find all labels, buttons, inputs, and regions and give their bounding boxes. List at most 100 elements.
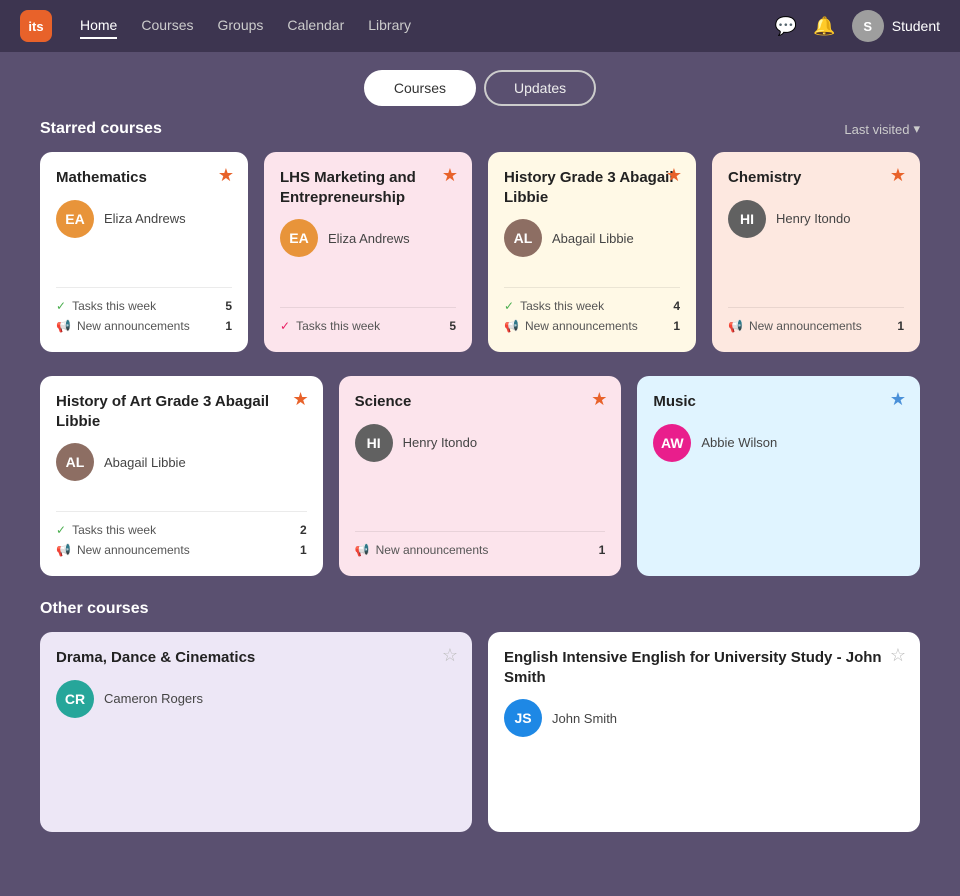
teacher-name: Abagail Libbie [552, 231, 634, 246]
teacher-avatar: AL [504, 219, 542, 257]
teacher-name: Abagail Libbie [104, 455, 186, 470]
check-icon: ✓ [56, 523, 66, 537]
card-teacher: HI Henry Itondo [728, 200, 904, 238]
announcements-count: 1 [300, 543, 307, 557]
star-english[interactable]: ☆ [890, 646, 906, 664]
card-history-art[interactable]: ★ History of Art Grade 3 Abagail Libbie … [40, 376, 323, 576]
card-stat-announcements: 📢 New announcements 1 [56, 540, 307, 560]
starred-cards-row2: ★ History of Art Grade 3 Abagail Libbie … [40, 376, 920, 576]
card-history-grade3[interactable]: ★ History Grade 3 Abagail Libbie AL Abag… [488, 152, 696, 352]
card-title: Chemistry [728, 168, 904, 188]
star-history-art[interactable]: ★ [293, 390, 309, 408]
star-chemistry[interactable]: ★ [890, 166, 906, 184]
tasks-label: Tasks this week [72, 299, 156, 313]
user-menu[interactable]: S Student [852, 10, 940, 42]
megaphone-icon: 📢 [504, 319, 519, 333]
card-title: History of Art Grade 3 Abagail Libbie [56, 392, 307, 431]
teacher-name: John Smith [552, 711, 617, 726]
nav-groups[interactable]: Groups [218, 13, 264, 39]
check-icon: ✓ [504, 299, 514, 313]
card-stat-announcements: 📢 New announcements 1 [56, 316, 232, 336]
teacher-name: Henry Itondo [776, 211, 850, 226]
card-footer: ✓ Tasks this week 2 📢 New announcements … [56, 511, 307, 560]
nav-home[interactable]: Home [80, 13, 117, 39]
nav-calendar[interactable]: Calendar [287, 13, 344, 39]
star-science[interactable]: ★ [591, 390, 607, 408]
teacher-avatar: HI [355, 424, 393, 462]
announcements-label: New announcements [749, 319, 862, 333]
card-footer: ✓ Tasks this week 4 📢 New announcements … [504, 287, 680, 336]
user-name: Student [892, 18, 940, 34]
announcements-count: 1 [599, 543, 606, 557]
nav-library[interactable]: Library [368, 13, 411, 39]
starred-cards-row1: ★ Mathematics EA Eliza Andrews ✓ Tasks t… [40, 152, 920, 352]
card-teacher: AL Abagail Libbie [56, 443, 307, 481]
tabs-row: Courses Updates [0, 52, 960, 120]
star-history-grade3[interactable]: ★ [666, 166, 682, 184]
teacher-avatar: AL [56, 443, 94, 481]
star-music[interactable]: ★ [890, 390, 906, 408]
teacher-avatar: HI [728, 200, 766, 238]
card-english-intensive[interactable]: ☆ English Intensive English for Universi… [488, 632, 920, 832]
star-mathematics[interactable]: ★ [218, 166, 234, 184]
card-stat-tasks: ✓ Tasks this week 4 [504, 296, 680, 316]
tasks-count: 2 [300, 523, 307, 537]
card-stat-announcements: 📢 New announcements 1 [355, 540, 606, 560]
bell-icon[interactable]: 🔔 [813, 16, 835, 37]
teacher-avatar: EA [56, 200, 94, 238]
tab-updates[interactable]: Updates [484, 70, 596, 106]
chat-icon[interactable]: 💬 [775, 16, 797, 37]
sort-button[interactable]: Last visited ▾ [844, 121, 920, 137]
card-mathematics[interactable]: ★ Mathematics EA Eliza Andrews ✓ Tasks t… [40, 152, 248, 352]
other-title: Other courses [40, 600, 148, 618]
sort-label: Last visited [844, 122, 909, 137]
navbar: its Home Courses Groups Calendar Library… [0, 0, 960, 52]
card-teacher: AL Abagail Libbie [504, 219, 680, 257]
tab-courses[interactable]: Courses [364, 70, 476, 106]
other-cards: ☆ Drama, Dance & Cinematics CR Cameron R… [40, 632, 920, 832]
other-section: Other courses ☆ Drama, Dance & Cinematic… [40, 600, 920, 832]
teacher-name: Henry Itondo [403, 435, 477, 450]
nav-links: Home Courses Groups Calendar Library [80, 13, 747, 39]
announcements-label: New announcements [525, 319, 638, 333]
nav-right: 💬 🔔 S Student [775, 10, 940, 42]
teacher-avatar: CR [56, 680, 94, 718]
card-teacher: AW Abbie Wilson [653, 424, 904, 462]
starred-title: Starred courses [40, 120, 162, 138]
announcements-count: 1 [897, 319, 904, 333]
card-title: Science [355, 392, 606, 412]
star-drama[interactable]: ☆ [442, 646, 458, 664]
announcements-count: 1 [673, 319, 680, 333]
megaphone-icon: 📢 [56, 319, 71, 333]
megaphone-icon: 📢 [355, 543, 370, 557]
card-science[interactable]: ★ Science HI Henry Itondo 📢 New announce… [339, 376, 622, 576]
chevron-down-icon: ▾ [913, 121, 920, 137]
nav-courses[interactable]: Courses [141, 13, 193, 39]
teacher-avatar: JS [504, 699, 542, 737]
check-icon: ✓ [280, 319, 290, 333]
card-music[interactable]: ★ Music AW Abbie Wilson [637, 376, 920, 576]
card-teacher: EA Eliza Andrews [56, 200, 232, 238]
megaphone-icon: 📢 [56, 543, 71, 557]
card-footer: ✓ Tasks this week 5 [280, 307, 456, 336]
card-drama[interactable]: ☆ Drama, Dance & Cinematics CR Cameron R… [40, 632, 472, 832]
card-footer: ✓ Tasks this week 5 📢 New announcements … [56, 287, 232, 336]
announcements-label: New announcements [376, 543, 489, 557]
card-teacher: JS John Smith [504, 699, 904, 737]
card-title: Music [653, 392, 904, 412]
card-stat-tasks: ✓ Tasks this week 5 [280, 316, 456, 336]
card-title: Mathematics [56, 168, 232, 188]
app-logo: its [20, 10, 52, 42]
star-lhs-marketing[interactable]: ★ [442, 166, 458, 184]
card-stat-tasks: ✓ Tasks this week 5 [56, 296, 232, 316]
card-lhs-marketing[interactable]: ★ LHS Marketing and Entrepreneurship EA … [264, 152, 472, 352]
card-stat-announcements: 📢 New announcements 1 [728, 316, 904, 336]
card-chemistry[interactable]: ★ Chemistry HI Henry Itondo 📢 New announ… [712, 152, 920, 352]
tasks-label: Tasks this week [520, 299, 604, 313]
card-teacher: CR Cameron Rogers [56, 680, 456, 718]
teacher-name: Eliza Andrews [328, 231, 410, 246]
main-content: Starred courses Last visited ▾ ★ Mathema… [0, 120, 960, 896]
teacher-name: Abbie Wilson [701, 435, 777, 450]
user-avatar: S [852, 10, 884, 42]
card-teacher: EA Eliza Andrews [280, 219, 456, 257]
